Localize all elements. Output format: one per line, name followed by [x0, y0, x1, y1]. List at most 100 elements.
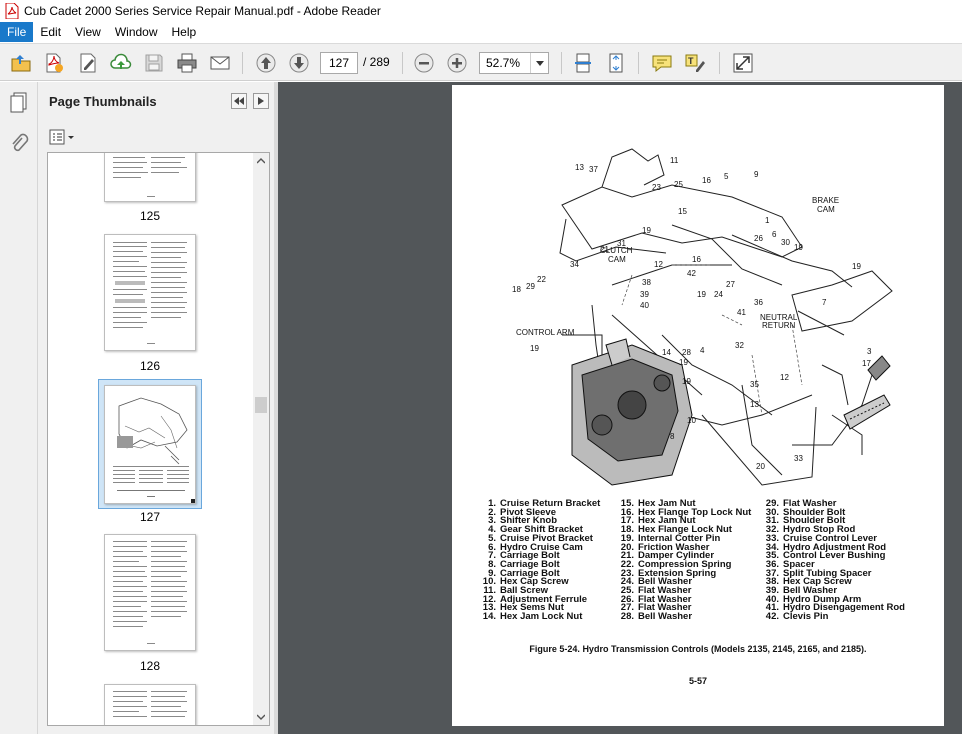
- clutch-cam-label-1: CLUTCH: [600, 246, 633, 255]
- open-icon[interactable]: [9, 51, 33, 75]
- control-arm-label: CONTROL ARM: [516, 328, 575, 337]
- save-icon[interactable]: [142, 51, 166, 75]
- upload-icon[interactable]: [109, 51, 133, 75]
- callout: 40: [640, 301, 649, 310]
- scroll-mode-icon[interactable]: [571, 51, 595, 75]
- page-number-input[interactable]: 127: [320, 52, 358, 74]
- callout: 39: [640, 290, 649, 299]
- callout: 16: [702, 176, 711, 185]
- scroll-down-icon[interactable]: [257, 713, 265, 721]
- callout: 25: [674, 180, 683, 189]
- legend-item-text: Clevis Pin: [783, 611, 829, 623]
- pages-icon[interactable]: [7, 90, 31, 114]
- callout: 7: [822, 298, 827, 307]
- navigation-pane-bar: [0, 82, 38, 734]
- callout: 13: [575, 163, 584, 172]
- callout: 19: [642, 226, 651, 235]
- callout: 35: [750, 380, 759, 389]
- thumbnail-label: 125: [139, 209, 161, 223]
- zoom-in-icon[interactable]: [445, 51, 469, 75]
- callout: 18: [512, 285, 521, 294]
- email-icon[interactable]: [208, 51, 232, 75]
- thumbnail-page-129[interactable]: [104, 684, 196, 725]
- callout: 19: [697, 290, 706, 299]
- toolbar-separator: [402, 52, 403, 74]
- thumbnail-list[interactable]: 125 126 127 128: [47, 152, 270, 726]
- hydro-transmission-diagram: 13 37 11 16 5 9 23 25 19 15 1 6 21 31 16…: [512, 148, 893, 486]
- figure-caption: Figure 5-24. Hydro Transmission Controls…: [529, 644, 867, 654]
- fit-page-icon[interactable]: [604, 51, 628, 75]
- callout: 5: [724, 172, 729, 181]
- scrollbar-thumb[interactable]: [255, 397, 267, 413]
- brake-cam-label-1: BRAKE: [812, 196, 839, 205]
- callout: 33: [794, 454, 803, 463]
- clutch-cam-label-2: CAM: [608, 255, 626, 264]
- menu-help[interactable]: Help: [165, 22, 204, 42]
- fullscreen-icon[interactable]: [731, 51, 755, 75]
- thumbnail-label: 128: [139, 659, 161, 673]
- toolbar-separator: [638, 52, 639, 74]
- attachment-icon[interactable]: [7, 132, 31, 156]
- callout: 1: [765, 216, 770, 225]
- callout: 19: [852, 262, 861, 271]
- options-icon[interactable]: [49, 128, 75, 146]
- prev-page-icon[interactable]: [254, 51, 278, 75]
- thumbnail-page-125[interactable]: [104, 153, 196, 202]
- callout: 42: [687, 269, 696, 278]
- callout: 28: [682, 348, 691, 357]
- menu-file[interactable]: File: [0, 22, 34, 42]
- scroll-up-icon[interactable]: [257, 157, 265, 165]
- thumbnail-page-126[interactable]: [104, 234, 196, 351]
- thumbnail-page-127[interactable]: [104, 385, 196, 504]
- menu-edit[interactable]: Edit: [33, 22, 68, 42]
- callout: 19: [679, 358, 688, 367]
- neutral-return-label-2: RETURN: [762, 321, 796, 330]
- callout: 12: [654, 260, 663, 269]
- legend-item-text: Hex Jam Lock Nut: [500, 611, 583, 623]
- panel-title: Page Thumbnails: [49, 94, 157, 109]
- thumbnail-page-128[interactable]: [104, 534, 196, 651]
- expand-panel-icon[interactable]: [253, 93, 269, 109]
- legend-item-number: 42.: [765, 611, 779, 623]
- callout: 26: [754, 234, 763, 243]
- legend-item: 14. Hex Jam Lock Nut: [480, 611, 600, 623]
- callout: 3: [867, 347, 872, 356]
- callout: 12: [780, 373, 789, 382]
- page-number: 5-57: [688, 676, 707, 686]
- callout: 14: [662, 348, 671, 357]
- document-view[interactable]: 13 37 11 16 5 9 23 25 19 15 1 6 21 31 16…: [278, 82, 962, 734]
- menu-window[interactable]: Window: [108, 22, 165, 42]
- collapse-panel-icon[interactable]: [231, 93, 247, 109]
- create-icon[interactable]: [42, 51, 66, 75]
- zoom-out-icon[interactable]: [412, 51, 436, 75]
- pdf-app-icon: [5, 2, 19, 20]
- chevron-down-icon[interactable]: [530, 53, 548, 73]
- callout: 38: [642, 278, 651, 287]
- next-page-icon[interactable]: [287, 51, 311, 75]
- toolbar-separator: [242, 52, 243, 74]
- callout: 17: [862, 359, 871, 368]
- callout: 19: [530, 344, 539, 353]
- callout: 30: [781, 238, 790, 247]
- toolbar: 127 / 289 52.7% T: [0, 43, 962, 81]
- thumbnail-scrollbar[interactable]: [253, 153, 269, 725]
- title-bar: Cub Cadet 2000 Series Service Repair Man…: [0, 0, 962, 22]
- legend-item-number: 28.: [620, 611, 634, 623]
- callout: 16: [692, 255, 701, 264]
- legend-item-number: 14.: [482, 611, 496, 623]
- print-icon[interactable]: [175, 51, 199, 75]
- legend-item-text: Bell Washer: [638, 611, 693, 623]
- legend-column-3: 29. Flat Washer 30. Shoulder Bolt 31. Shoulde…: [763, 499, 905, 623]
- menu-view[interactable]: View: [68, 22, 108, 42]
- toolbar-separator: [561, 52, 562, 74]
- highlight-icon[interactable]: T: [683, 51, 707, 75]
- legend-column-1: 1. Cruise Return Bracket 2. Pivot Sleeve 3. S…: [480, 499, 601, 623]
- callout: 24: [714, 290, 723, 299]
- callout: 9: [754, 170, 759, 179]
- edit-icon[interactable]: [76, 51, 100, 75]
- callout: 34: [570, 260, 579, 269]
- legend-item: 42. Clevis Pin: [763, 611, 905, 623]
- comment-icon[interactable]: [650, 51, 674, 75]
- callout: 37: [589, 165, 598, 174]
- zoom-select[interactable]: 52.7%: [479, 52, 549, 74]
